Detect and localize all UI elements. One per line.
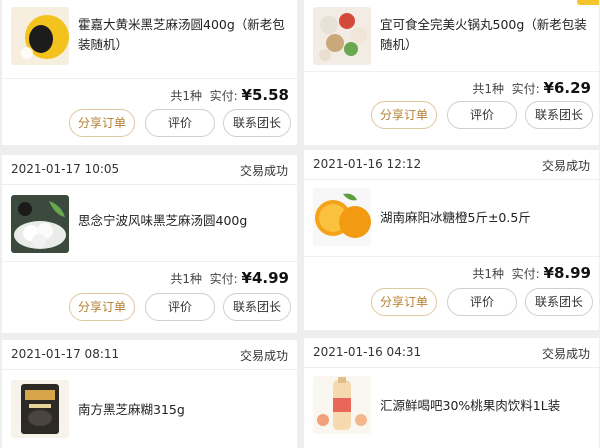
share-order-button[interactable]: 分享订单	[371, 288, 437, 316]
share-order-button[interactable]: 分享订单	[371, 101, 437, 129]
share-order-button[interactable]: 分享订单	[69, 293, 135, 321]
count-prefix: 共	[472, 267, 485, 281]
order-summary: 共1种 实付: ¥8.99	[472, 264, 591, 282]
order-time: 2021-01-16 04:31	[313, 345, 422, 359]
item-count: 1	[182, 272, 191, 286]
peach-juice-product-image[interactable]	[313, 376, 371, 434]
order-card[interactable]: 2021-01-17 08:11 交易成功 南方黑芝麻糊315g	[2, 340, 297, 448]
paid-label: 实付:	[511, 267, 540, 281]
count-prefix: 共	[170, 89, 183, 103]
order-summary: 共1种 实付: ¥4.99	[170, 269, 289, 287]
product-title[interactable]: 宜可食全完美火锅丸500g（新老包装随机）	[380, 15, 592, 55]
order-status: 交易成功	[239, 349, 288, 363]
order-time: 2021-01-17 08:11	[11, 347, 120, 361]
order-card[interactable]: 宜可食全完美火锅丸500g（新老包装随机） 共1种 实付: ¥6.29 分享订单…	[304, 0, 599, 145]
corner-accent	[577, 0, 599, 5]
product-title[interactable]: 湖南麻阳冰糖橙5斤±0.5斤	[380, 208, 592, 228]
count-suffix: 种	[492, 82, 505, 96]
orange-product-image[interactable]	[313, 188, 371, 246]
order-card[interactable]: 霍嘉大黄米黑芝麻汤圆400g（新老包装随机） 共1种 实付: ¥5.58 分享订…	[2, 0, 297, 145]
order-status: 交易成功	[541, 347, 590, 361]
hotpot-balls-product-image[interactable]	[313, 7, 371, 65]
order-card[interactable]: 2021-01-17 10:05 交易成功 思念宁波风味黑芝麻汤圆400g 共1…	[2, 155, 297, 333]
order-time: 2021-01-16 12:12	[313, 157, 422, 171]
count-suffix: 种	[190, 272, 203, 286]
divider	[2, 78, 297, 79]
item-count: 1	[182, 89, 191, 103]
order-header: 2021-01-17 10:05 交易成功	[2, 155, 297, 185]
order-summary: 共1种 实付: ¥6.29	[472, 79, 591, 97]
paid-amount: ¥4.99	[241, 269, 289, 287]
count-prefix: 共	[170, 272, 183, 286]
product-title[interactable]: 思念宁波风味黑芝麻汤圆400g	[78, 211, 290, 231]
order-summary: 共1种 实付: ¥5.58	[170, 86, 289, 104]
paid-label: 实付:	[209, 89, 238, 103]
order-header: 2021-01-16 12:12 交易成功	[304, 150, 599, 180]
paid-amount: ¥8.99	[543, 264, 591, 282]
item-count: 1	[484, 267, 493, 281]
share-order-button[interactable]: 分享订单	[69, 109, 135, 137]
product-title[interactable]: 南方黑芝麻糊315g	[78, 400, 290, 420]
product-title[interactable]: 霍嘉大黄米黑芝麻汤圆400g（新老包装随机）	[78, 15, 290, 55]
review-button[interactable]: 评价	[145, 109, 215, 137]
divider	[2, 261, 297, 262]
count-prefix: 共	[472, 82, 485, 96]
order-time: 2021-01-17 10:05	[11, 162, 120, 176]
contact-leader-button[interactable]: 联系团长	[223, 293, 291, 321]
review-button[interactable]: 评价	[145, 293, 215, 321]
divider	[304, 71, 599, 72]
review-button[interactable]: 评价	[447, 101, 517, 129]
order-header: 2021-01-16 04:31 交易成功	[304, 338, 599, 368]
contact-leader-button[interactable]: 联系团长	[525, 288, 593, 316]
order-card[interactable]: 2021-01-16 12:12 交易成功 湖南麻阳冰糖橙5斤±0.5斤 共1种…	[304, 150, 599, 330]
tangyuan-product-image[interactable]	[11, 7, 69, 65]
contact-leader-button[interactable]: 联系团长	[525, 101, 593, 129]
paid-amount: ¥6.29	[543, 79, 591, 97]
contact-leader-button[interactable]: 联系团长	[223, 109, 291, 137]
order-header: 2021-01-17 08:11 交易成功	[2, 340, 297, 370]
order-list-screen: 霍嘉大黄米黑芝麻汤圆400g（新老包装随机） 共1种 实付: ¥5.58 分享订…	[0, 0, 600, 448]
paid-label: 实付:	[511, 82, 540, 96]
order-column-left: 霍嘉大黄米黑芝麻汤圆400g（新老包装随机） 共1种 实付: ¥5.58 分享订…	[2, 0, 297, 448]
sesame-tangyuan-product-image[interactable]	[11, 195, 69, 253]
divider	[304, 256, 599, 257]
order-status: 交易成功	[239, 164, 288, 178]
review-button[interactable]: 评价	[447, 288, 517, 316]
sesame-paste-product-image[interactable]	[11, 380, 69, 438]
order-card[interactable]: 2021-01-16 04:31 交易成功 汇源鲜喝吧30%桃果肉饮料1L装	[304, 338, 599, 448]
item-count: 1	[484, 82, 493, 96]
paid-amount: ¥5.58	[241, 86, 289, 104]
count-suffix: 种	[190, 89, 203, 103]
count-suffix: 种	[492, 267, 505, 281]
paid-label: 实付:	[209, 272, 238, 286]
order-column-right: 宜可食全完美火锅丸500g（新老包装随机） 共1种 实付: ¥6.29 分享订单…	[304, 0, 599, 448]
order-status: 交易成功	[541, 159, 590, 173]
product-title[interactable]: 汇源鲜喝吧30%桃果肉饮料1L装	[380, 396, 592, 416]
